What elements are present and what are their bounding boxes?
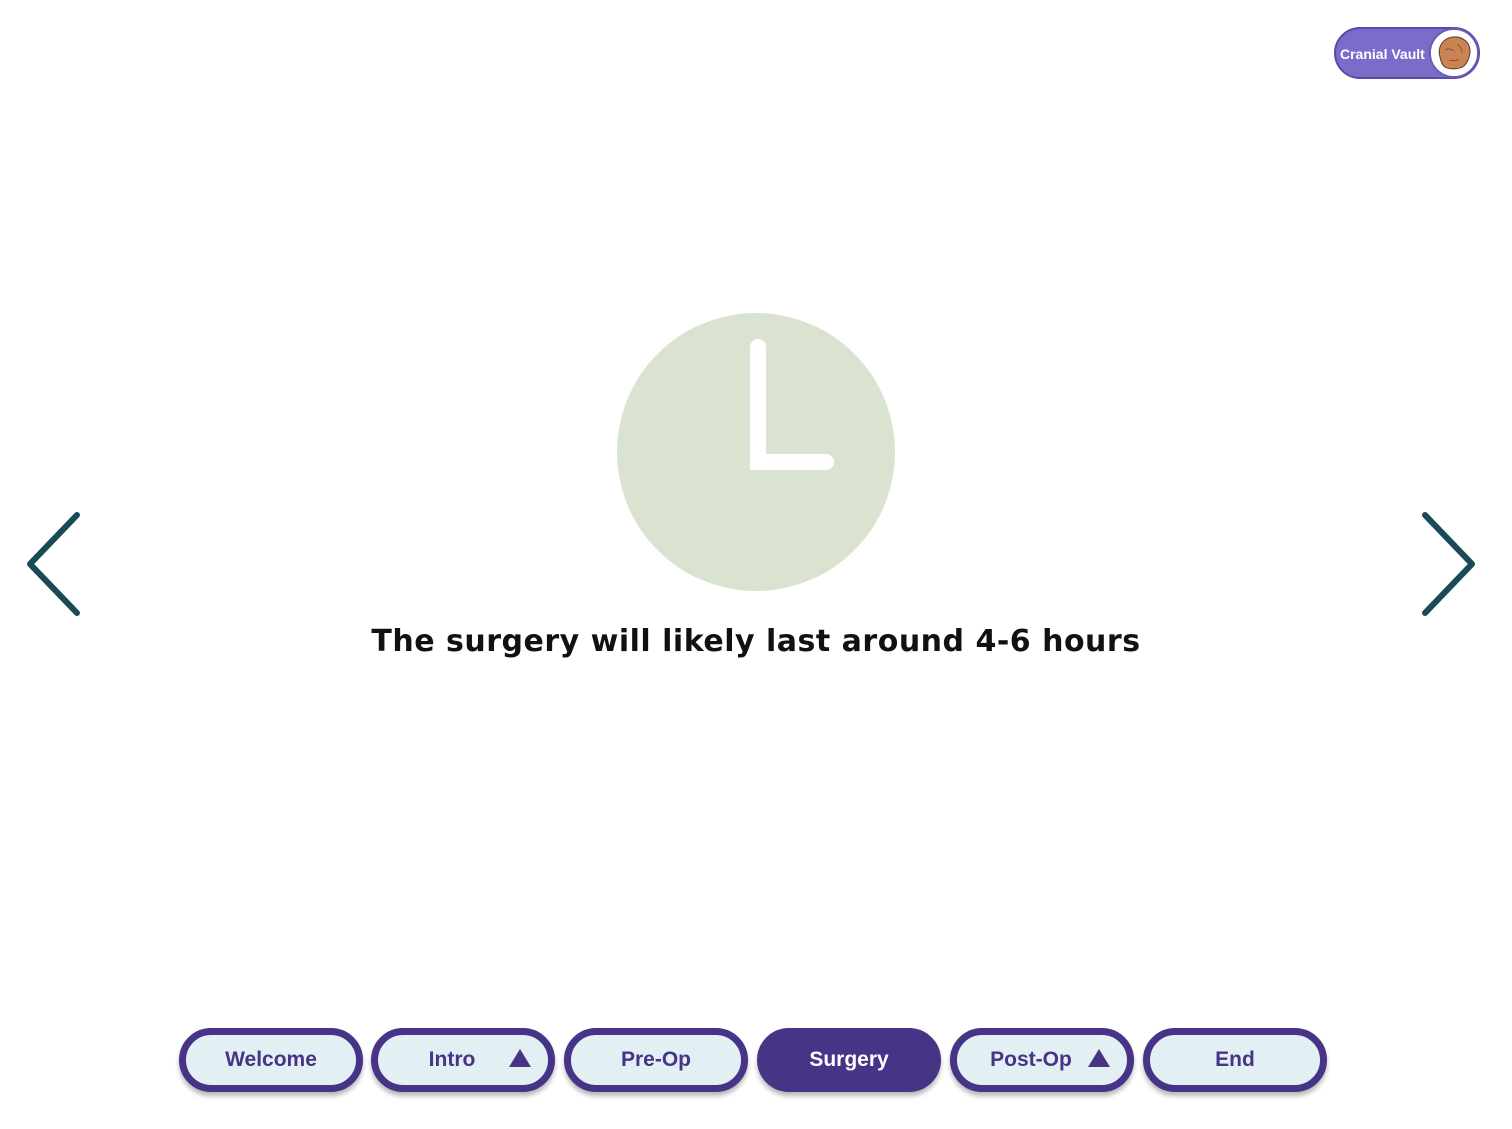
tab-post-op[interactable]: Post-Op: [950, 1028, 1134, 1092]
triangle-up-icon[interactable]: [509, 1049, 531, 1067]
page: Cranial Vault The surgery will likely la…: [0, 0, 1512, 1129]
tab-intro[interactable]: Intro: [371, 1028, 555, 1092]
skull-avatar-icon: [1429, 28, 1479, 78]
tab-label: Welcome: [225, 1048, 317, 1071]
next-slide-button[interactable]: [1414, 510, 1484, 618]
tab-end[interactable]: End: [1143, 1028, 1327, 1092]
tab-label: Surgery: [809, 1048, 889, 1071]
previous-slide-button[interactable]: [18, 510, 88, 618]
tab-surgery[interactable]: Surgery: [757, 1028, 941, 1092]
tab-welcome[interactable]: Welcome: [179, 1028, 363, 1092]
clock-icon: [617, 313, 895, 591]
section-tabbar: Welcome Intro Pre-Op Surgery Post-Op End: [0, 1028, 1512, 1094]
tab-pre-op[interactable]: Pre-Op: [564, 1028, 748, 1092]
chevron-right-icon: [1422, 512, 1475, 616]
project-badge-label: Cranial Vault: [1340, 46, 1425, 62]
project-badge[interactable]: Cranial Vault: [1334, 27, 1480, 79]
chevron-left-icon: [27, 512, 80, 616]
triangle-up-icon[interactable]: [1088, 1049, 1110, 1067]
tab-label: End: [1215, 1048, 1255, 1071]
slide-caption: The surgery will likely last around 4-6 …: [371, 624, 1141, 659]
tab-label: Pre-Op: [620, 1048, 691, 1071]
